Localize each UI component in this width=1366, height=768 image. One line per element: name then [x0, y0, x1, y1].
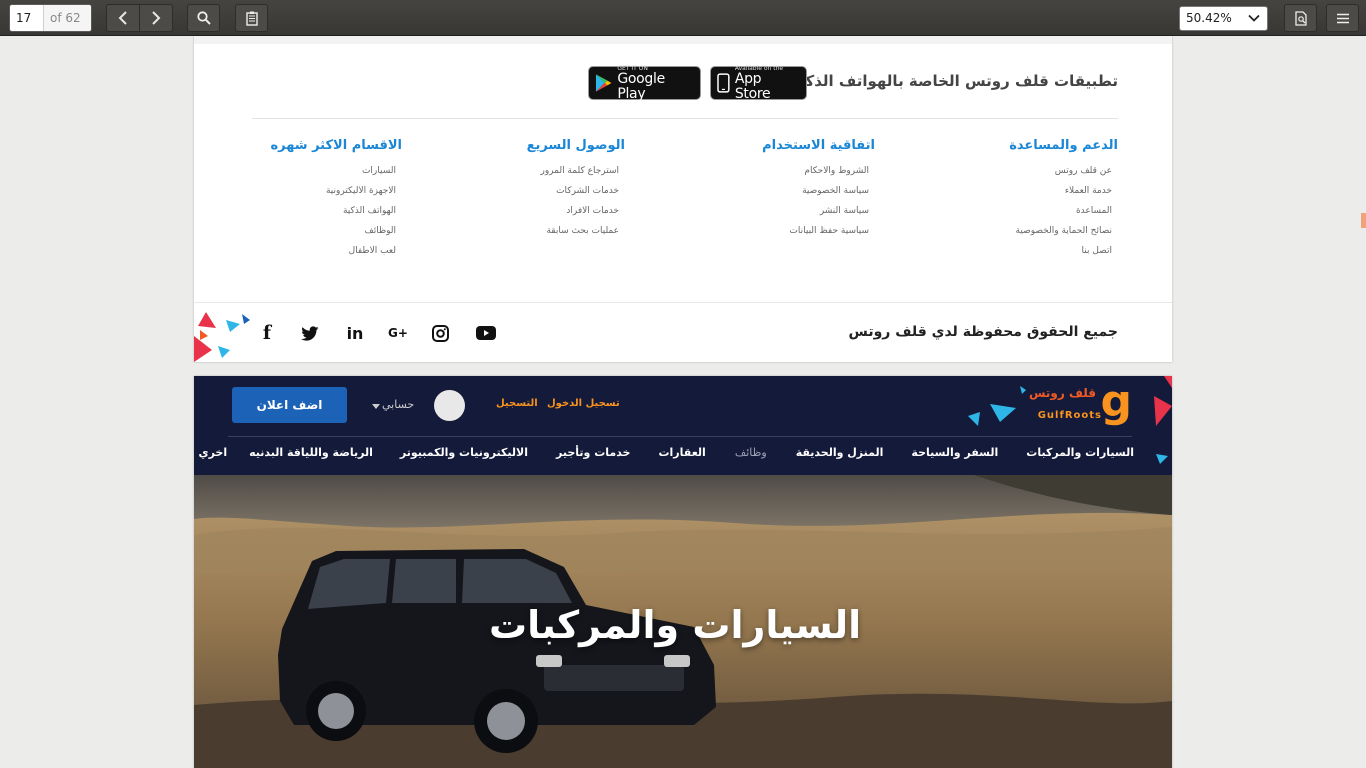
footer-link[interactable]: عن قلف روتس	[1009, 164, 1118, 184]
next-page-button[interactable]	[139, 4, 173, 32]
logo-arabic-text: قلف روتس	[1028, 386, 1096, 400]
nav-item[interactable]: العقارات	[658, 446, 705, 459]
app-store-big-text: App Store	[734, 70, 771, 102]
app-store-badge[interactable]: Available on the App Store	[710, 65, 807, 102]
decorative-triangle	[1156, 454, 1168, 464]
linkedin-icon[interactable]: in	[344, 322, 366, 344]
page-top-gap	[194, 36, 1172, 44]
apps-title: تطبيقات قلف روتس الخاصة بالهواتف الذكية	[790, 72, 1118, 90]
nav-item[interactable]: السفر والسياحة	[911, 446, 998, 459]
phone-icon	[717, 73, 730, 93]
pdf-viewer-toolbar: of 62 50.42%	[0, 0, 1366, 36]
footer-link[interactable]: الهواتف الذكية	[270, 204, 402, 224]
footer-column-popular-sections: الاقسام الاكثر شهره السيارات الاجهزة الا…	[270, 138, 402, 264]
nav-item[interactable]: الاليكترونيات والكمبيوتر	[400, 446, 528, 459]
footer-link[interactable]: خدمات الشركات	[527, 184, 625, 204]
footer-link[interactable]: سياسية حفظ البيانات	[762, 224, 875, 244]
linkedin-glyph: in	[346, 323, 364, 343]
nav-item[interactable]: وظائف	[735, 446, 767, 459]
footer-link[interactable]: استرجاع كلمة المرور	[527, 164, 625, 184]
decorative-triangles	[968, 386, 1026, 426]
main-navigation: السيارات والمركبات السفر والسياحة المنزل…	[199, 446, 1135, 459]
column-title: الاقسام الاكثر شهره	[270, 138, 402, 153]
zoom-select[interactable]: 50.42%	[1179, 6, 1268, 31]
youtube-icon[interactable]	[475, 322, 497, 344]
search-icon	[196, 11, 211, 25]
account-menu[interactable]: حسابي	[382, 398, 414, 411]
footer-link[interactable]: خدمة العملاء	[1009, 184, 1118, 204]
footer-link[interactable]: عمليات بحث سابقة	[527, 224, 625, 244]
footer-column-quick-access: الوصول السريع استرجاع كلمة المرور خدمات …	[527, 138, 625, 244]
register-link[interactable]: التسجيل	[496, 398, 538, 409]
column-title: اتفاقية الاستخدام	[762, 138, 875, 153]
post-ad-button[interactable]: اضف اعلان	[232, 387, 347, 423]
footer-column-support: الدعم والمساعدة عن قلف روتس خدمة العملاء…	[1009, 138, 1118, 264]
zoom-value: 50.42%	[1186, 11, 1232, 25]
footer-link[interactable]: الشروط والاحكام	[762, 164, 875, 184]
menu-button[interactable]	[1326, 4, 1359, 32]
pdf-page-footer: تطبيقات قلف روتس الخاصة بالهواتف الذكية …	[194, 36, 1172, 362]
nav-item[interactable]: السيارات والمركبات	[1026, 446, 1134, 459]
google-play-badge[interactable]: GET IT ON Google Play	[588, 65, 701, 102]
decorative-triangles	[1154, 376, 1172, 426]
login-link[interactable]: تسجيل الدخول	[547, 398, 620, 409]
avatar[interactable]	[434, 390, 465, 421]
footer-link[interactable]: نصائح الحماية والخصوصية	[1009, 224, 1118, 244]
nav-item[interactable]: خدمات وتأجير	[556, 446, 630, 459]
footer-link[interactable]: المساعدة	[1009, 204, 1118, 224]
footer-link[interactable]: الاجهزة الاليكترونية	[270, 184, 402, 204]
nav-item[interactable]: المنزل والحديقة	[796, 446, 884, 459]
nav-item[interactable]: اخري	[199, 446, 228, 459]
instagram-icon[interactable]	[429, 322, 451, 344]
divider	[228, 436, 1132, 437]
google-play-big-text: Google Play	[617, 70, 665, 102]
footer-link[interactable]: سياسة النشر	[762, 204, 875, 224]
scrollbar-marker[interactable]	[1361, 213, 1366, 228]
google-plus-icon[interactable]: G+	[387, 322, 409, 344]
document-outline-button[interactable]	[235, 4, 268, 32]
google-play-icon	[595, 74, 612, 92]
divider	[194, 302, 1172, 303]
caret-down-icon	[372, 404, 380, 409]
page-number-input[interactable]	[10, 5, 44, 31]
search-button[interactable]	[187, 4, 220, 32]
chevron-right-icon	[152, 11, 161, 25]
notes-icon	[245, 11, 258, 26]
footer-link[interactable]: خدمات الافراد	[527, 204, 625, 224]
hero-title: السيارات والمركبات	[489, 603, 862, 647]
chevron-down-icon	[1248, 14, 1260, 22]
google-plus-glyph: G+	[388, 326, 408, 340]
logo-mark: g	[1100, 376, 1133, 427]
footer-link[interactable]: لعب الاطفال	[270, 244, 402, 264]
twitter-icon[interactable]	[299, 322, 321, 344]
chevron-left-icon	[118, 11, 127, 25]
hero-banner: السيارات والمركبات	[194, 475, 1172, 768]
hamburger-menu-icon	[1336, 13, 1349, 23]
decorative-triangles	[194, 312, 250, 362]
copyright-text: جميع الحقوق محفوظة لدي قلف روتس	[848, 324, 1118, 340]
column-title: الوصول السريع	[526, 138, 625, 153]
column-title: الدعم والمساعدة	[1009, 138, 1118, 153]
pdf-page-category: g قلف روتس GulfRoots تسجيل الدخول التسجي…	[194, 376, 1172, 768]
footer-link[interactable]: السيارات	[270, 164, 402, 184]
footer-link[interactable]: الوظائف	[270, 224, 402, 244]
page-number-control: of 62	[9, 4, 92, 32]
document-download-icon	[1294, 10, 1307, 26]
page-total-label: of 62	[44, 5, 91, 31]
download-button[interactable]	[1284, 4, 1317, 32]
footer-column-terms: اتفاقية الاستخدام الشروط والاحكام سياسة …	[762, 138, 875, 244]
previous-page-button[interactable]	[106, 4, 140, 32]
footer-link[interactable]: اتصل بنا	[1009, 244, 1118, 264]
logo-english-text: GulfRoots	[1037, 410, 1102, 421]
divider	[252, 118, 1118, 119]
footer-link[interactable]: سياسة الخصوصية	[762, 184, 875, 204]
nav-item[interactable]: الرياضة واللياقة البدنيه	[249, 446, 373, 459]
